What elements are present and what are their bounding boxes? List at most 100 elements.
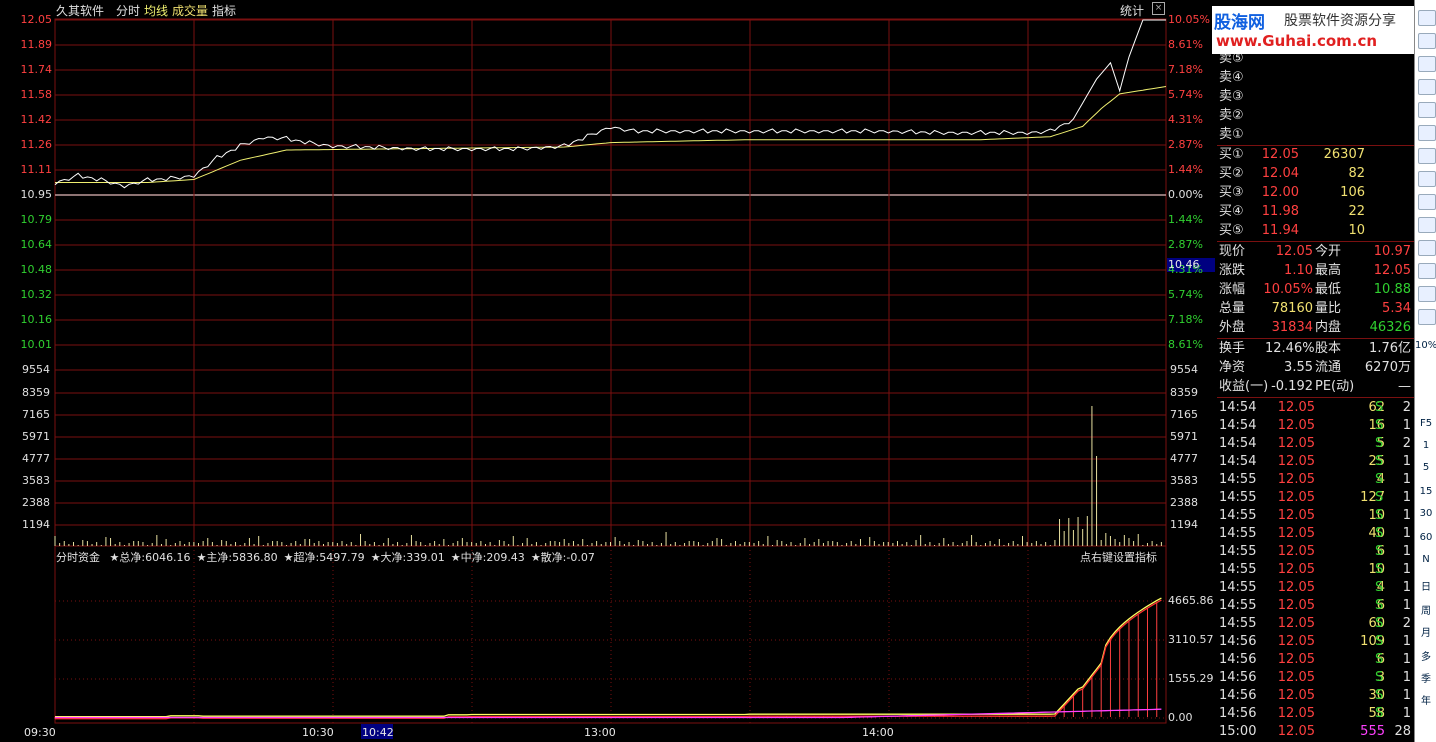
f10-icon[interactable] — [1418, 148, 1436, 164]
bid-row: 买② 12.04 82 — [1217, 165, 1415, 183]
period-10[interactable]: 月 — [1415, 624, 1436, 639]
tick-row: 14:55 12.05 6 S 1 — [1217, 543, 1415, 561]
wave-icon[interactable] — [1418, 309, 1436, 325]
period-5[interactable]: 30 — [1415, 508, 1436, 519]
fund-key: 净资 — [1219, 360, 1246, 375]
period-0[interactable]: 10% — [1415, 340, 1436, 351]
fund-row: 净资 3.55 流通 6270万 — [1217, 359, 1415, 377]
pct-tick-label: 1.44% — [1168, 213, 1203, 226]
tick-price: 12.05 — [1277, 400, 1315, 415]
tick-count: 1 — [1402, 562, 1411, 577]
pct-tick-label: 8.61% — [1168, 38, 1203, 51]
period-12[interactable]: 季 — [1415, 670, 1436, 685]
period-3[interactable]: 5 — [1415, 462, 1436, 473]
period-4[interactable]: 15 — [1415, 486, 1436, 497]
price-tick-label: 10.64 — [20, 238, 53, 251]
period-9[interactable]: 周 — [1415, 602, 1436, 617]
tick-count: 1 — [1402, 670, 1411, 685]
quote-key: 涨跌 — [1219, 263, 1246, 278]
period-2[interactable]: 1 — [1415, 440, 1436, 451]
quote-value: 78160 — [1271, 301, 1313, 316]
time-label-1400: 14:00 — [862, 726, 894, 739]
tick-time: 14:54 — [1219, 418, 1257, 433]
divider — [1217, 241, 1415, 242]
tick-side: S — [1375, 580, 1384, 595]
doc-icon[interactable] — [1418, 125, 1436, 141]
time-cursor-label: 10:42 — [362, 726, 394, 739]
fund-value: 6270万 — [1364, 360, 1411, 375]
bid-row: 买③ 12.00 106 — [1217, 184, 1415, 202]
pct-tick-label: 2.87% — [1168, 238, 1203, 251]
quote-value: 1.10 — [1284, 263, 1313, 278]
price-tick-label: 11.11 — [20, 163, 53, 176]
ask-label: 卖③ — [1219, 89, 1244, 104]
fiz-icon[interactable] — [1418, 194, 1436, 210]
time-label-0930: 09:30 — [24, 726, 56, 739]
tick-row: 14:54 12.05 62 S 2 — [1217, 399, 1415, 417]
volume-tick-label: 1194 — [22, 518, 50, 531]
tick-row: 14:55 12.05 10 S 1 — [1217, 507, 1415, 525]
tick-time: 14:55 — [1219, 472, 1257, 487]
tick-price: 12.05 — [1277, 436, 1315, 451]
quote-value: 10.97 — [1373, 244, 1411, 259]
tick-time: 14:55 — [1219, 598, 1257, 613]
tick-row: 14:55 12.05 10 S 1 — [1217, 561, 1415, 579]
capital-item: ★总净:6046.16 — [109, 551, 191, 564]
bid-row: 买④ 11.98 22 — [1217, 203, 1415, 221]
guhai-logo: 股海网 股票软件资源分享 www.Guhai.com.cn — [1212, 6, 1426, 54]
quote-value: 12.05 — [1275, 244, 1313, 259]
price-cursor-label: 10.46 — [1168, 258, 1200, 271]
period-13[interactable]: 年 — [1415, 692, 1436, 707]
bid-label: 买③ — [1219, 185, 1244, 200]
period-8[interactable]: 日 — [1415, 578, 1436, 593]
bar-icon[interactable] — [1418, 79, 1436, 95]
quote-value: 10.88 — [1373, 282, 1411, 297]
fund-value: 1.76亿 — [1369, 341, 1411, 356]
doc-icon[interactable] — [1418, 171, 1436, 187]
volume-tick-label: 3583 — [22, 474, 50, 487]
bid-row: 买① 12.05 26307 — [1217, 146, 1415, 164]
pct-tick-label: 8.61% — [1168, 338, 1203, 351]
ask-label: 卖② — [1219, 108, 1244, 123]
time-label-1300: 13:00 — [584, 726, 616, 739]
line-icon[interactable] — [1418, 33, 1436, 49]
period-1[interactable]: F5 — [1415, 418, 1436, 429]
period-6[interactable]: 60 — [1415, 532, 1436, 543]
fund-row: 收益(一) -0.192 PE(动) — — [1217, 378, 1415, 396]
period-11[interactable]: 多 — [1415, 648, 1436, 663]
quote-value: 12.05 — [1373, 263, 1411, 278]
volume-tick-label: 2388 — [1170, 496, 1198, 509]
capital-item: ★中净:209.43 — [450, 551, 525, 564]
quote-row: 涨跌 1.10 最高 12.05 — [1217, 262, 1415, 280]
tick-side: S — [1375, 544, 1384, 559]
side-toolbar: 10% F5 1 5 15 30 60 N 日周月多季年 — [1414, 0, 1436, 742]
divider — [1217, 397, 1415, 398]
f10-icon[interactable] — [1418, 217, 1436, 233]
volume-tick-label: 2388 — [22, 496, 50, 509]
fund-key: 收益(一) — [1219, 379, 1269, 394]
period-7[interactable]: N — [1415, 554, 1436, 565]
chart-icon[interactable] — [1418, 10, 1436, 26]
wave-icon[interactable] — [1418, 286, 1436, 302]
tick-side: S — [1375, 436, 1384, 451]
tick-time: 14:55 — [1219, 562, 1257, 577]
capital-tick-label: 0.00 — [1168, 711, 1193, 724]
tick-count: 1 — [1402, 490, 1411, 505]
capital-tick-label: 3110.57 — [1168, 633, 1214, 646]
indicator-setting-hint[interactable]: 点右键设置指标 — [1080, 549, 1157, 565]
search-icon[interactable] — [1418, 240, 1436, 256]
tick-count: 28 — [1394, 724, 1411, 739]
price-tick-label: 11.89 — [20, 38, 53, 51]
pct-tick-label: 2.87% — [1168, 138, 1203, 151]
intraday-chart[interactable] — [0, 0, 1216, 742]
tick-time: 14:55 — [1219, 508, 1257, 523]
tick-count: 1 — [1402, 634, 1411, 649]
f10-icon[interactable] — [1418, 102, 1436, 118]
tick-time: 14:55 — [1219, 616, 1257, 631]
bid-price: 12.05 — [1261, 147, 1299, 162]
tick-side: S — [1375, 472, 1384, 487]
candle-icon[interactable] — [1418, 56, 1436, 72]
bid-label: 买① — [1219, 147, 1244, 162]
tick-time: 14:55 — [1219, 490, 1257, 505]
wave-icon[interactable] — [1418, 263, 1436, 279]
